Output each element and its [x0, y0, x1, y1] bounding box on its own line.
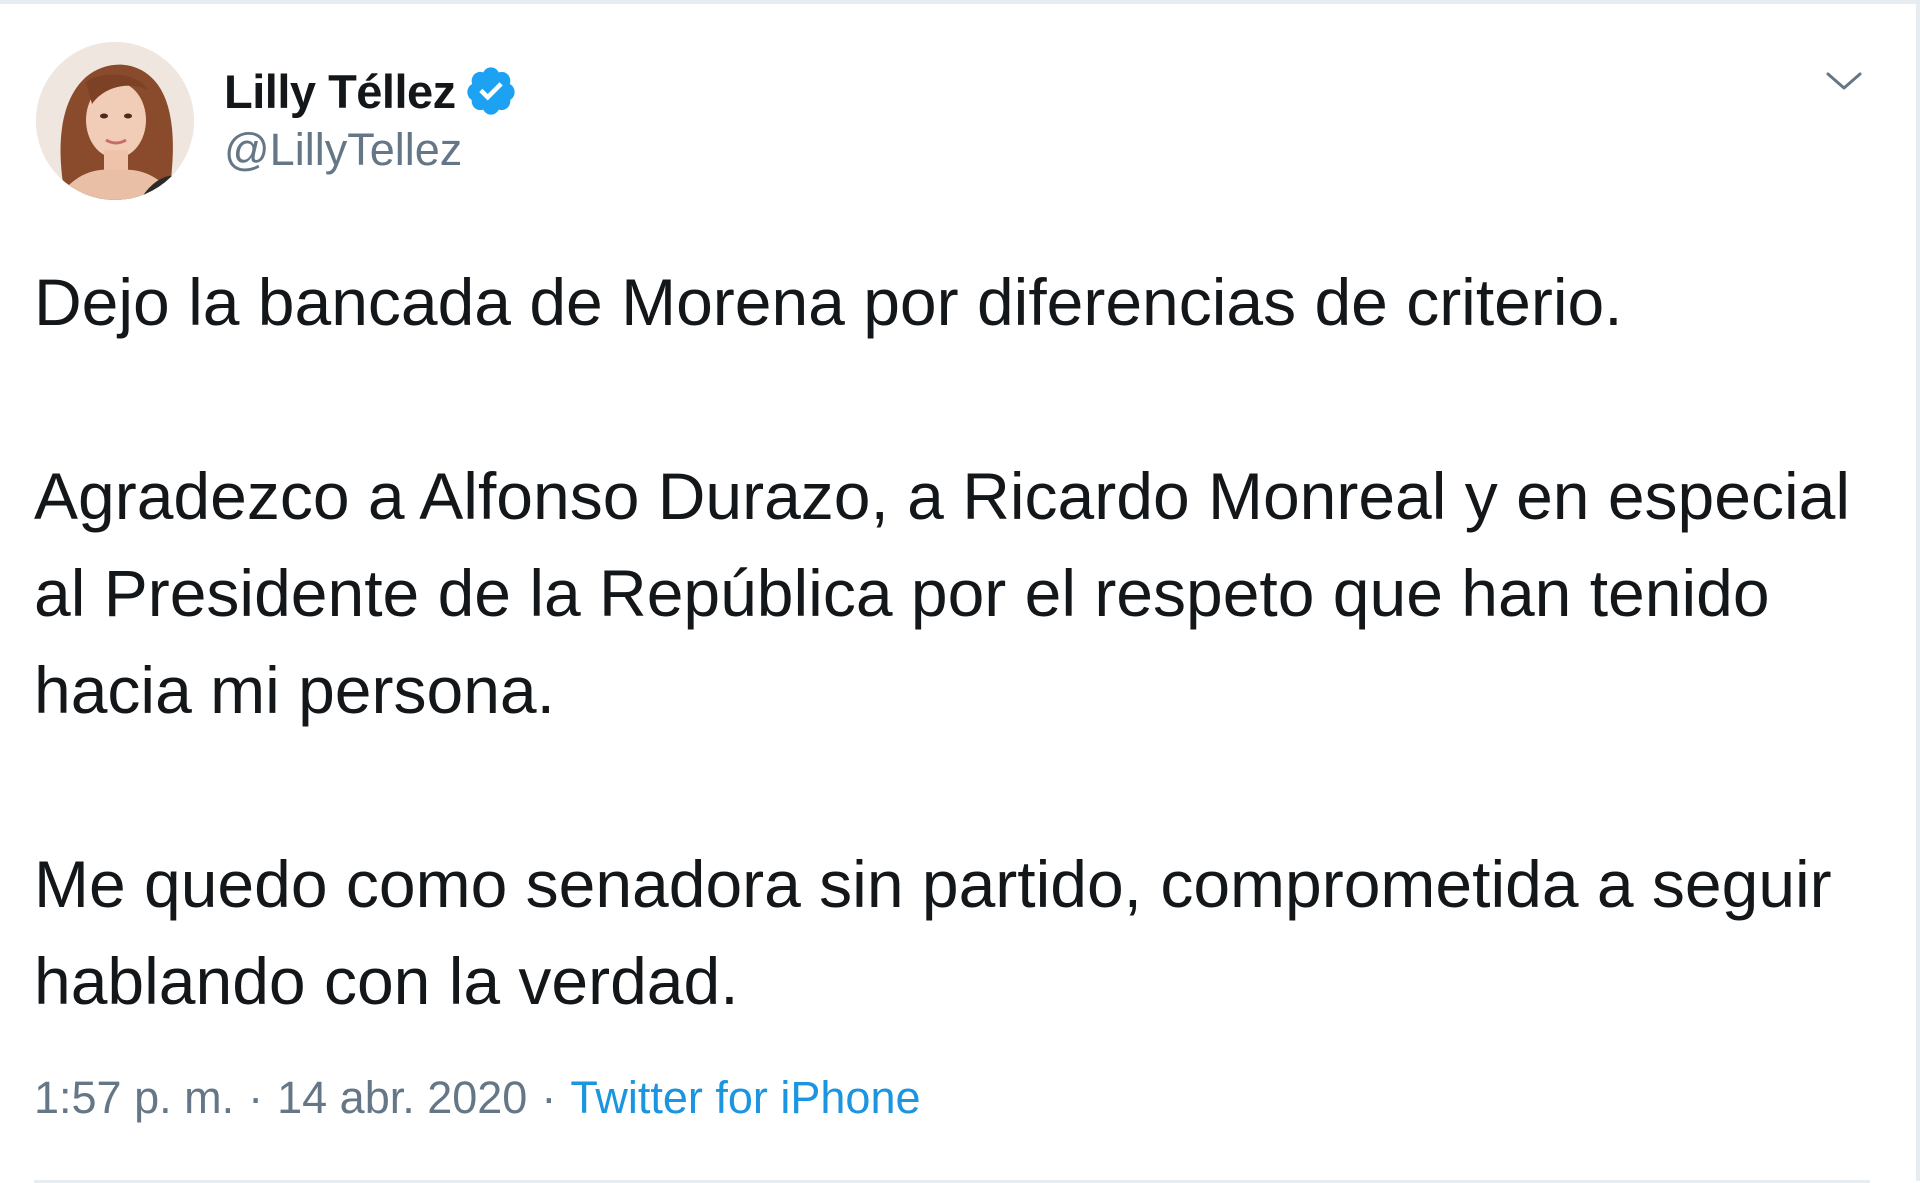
tweet-metadata: 1:57 p. m. · 14 abr. 2020 · Twitter for … [34, 1072, 921, 1124]
author-name-row: Lilly Téllez [224, 58, 518, 124]
tweet-text: Dejo la bancada de Morena por diferencia… [34, 254, 1894, 1030]
verified-badge-icon [464, 64, 518, 118]
meta-separator: · [248, 1072, 264, 1123]
chevron-down-icon[interactable] [1822, 60, 1866, 104]
tweet-paragraph: Agradezco a Alfonso Durazo, a Ricardo Mo… [34, 459, 1850, 727]
meta-separator: · [541, 1072, 557, 1123]
tweet-date[interactable]: 14 abr. 2020 [277, 1072, 527, 1124]
author-display-name[interactable]: Lilly Téllez [224, 64, 456, 119]
avatar-image [36, 42, 194, 200]
tweet-paragraph: Dejo la bancada de Morena por diferencia… [34, 265, 1623, 339]
author-handle[interactable]: @LillyTellez [224, 124, 462, 176]
avatar[interactable] [36, 42, 194, 200]
tweet-card: Lilly Téllez @LillyTellez Dejo la bancad… [0, 4, 1916, 1183]
tweet-paragraph: Me quedo como senadora sin partido, comp… [34, 847, 1832, 1018]
tweet-source-link[interactable]: Twitter for iPhone [570, 1072, 920, 1124]
tweet-time[interactable]: 1:57 p. m. [34, 1072, 234, 1124]
right-border [1916, 0, 1920, 1181]
